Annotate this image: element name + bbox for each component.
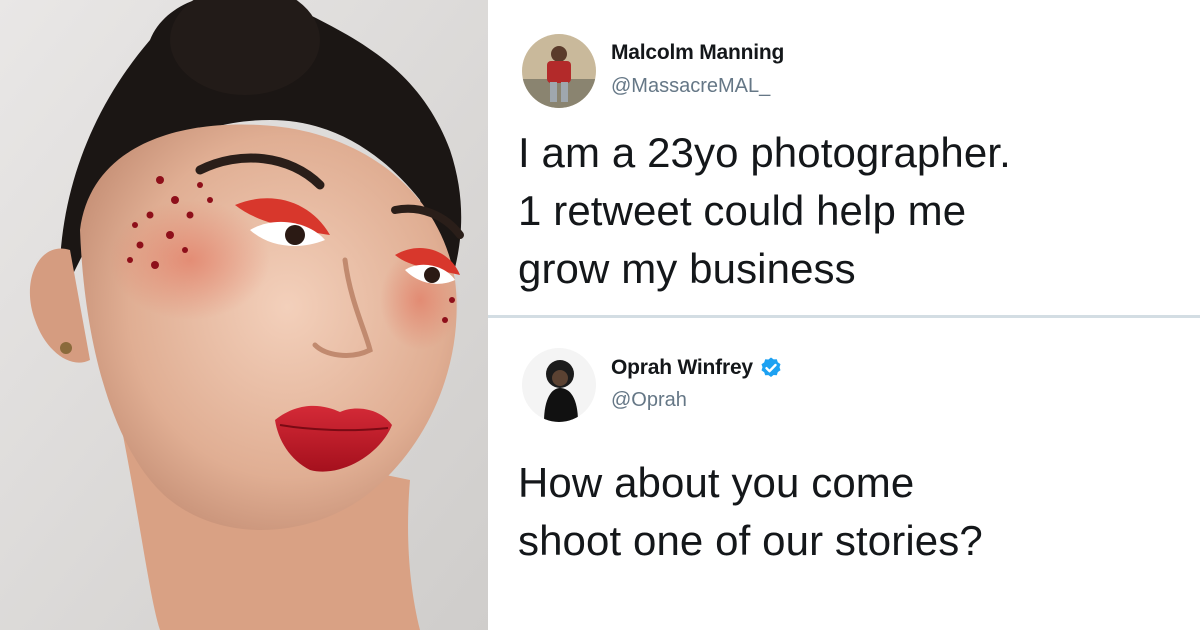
- name-row: Oprah Winfrey: [611, 356, 783, 380]
- tweet-text-line: How about you come: [518, 459, 915, 506]
- display-name[interactable]: Oprah Winfrey: [611, 356, 753, 380]
- tweet-text-line: I am a 23yo photographer.: [518, 129, 1011, 176]
- tweet-card-2: Oprah Winfrey @Oprah How about you come …: [488, 318, 1200, 630]
- portrait-photo: [0, 0, 488, 630]
- tweet-text-line: grow my business: [518, 245, 856, 292]
- verified-badge-icon: [759, 356, 783, 380]
- user-handle[interactable]: @Oprah: [611, 389, 687, 412]
- user-handle[interactable]: @MassacreMAL_: [611, 75, 770, 98]
- tweet-text-line: 1 retweet could help me: [518, 187, 967, 234]
- tweet-text: How about you come shoot one of our stor…: [518, 454, 1178, 570]
- display-name[interactable]: Malcolm Manning: [611, 41, 784, 65]
- name-row: Malcolm Manning: [611, 41, 784, 65]
- tweet-text-line: shoot one of our stories?: [518, 517, 983, 564]
- avatar[interactable]: [522, 34, 596, 108]
- avatar[interactable]: [522, 348, 596, 422]
- tweet-text: I am a 23yo photographer. 1 retweet coul…: [518, 124, 1178, 298]
- tweet-card-1: Malcolm Manning @MassacreMAL_ I am a 23y…: [488, 0, 1200, 316]
